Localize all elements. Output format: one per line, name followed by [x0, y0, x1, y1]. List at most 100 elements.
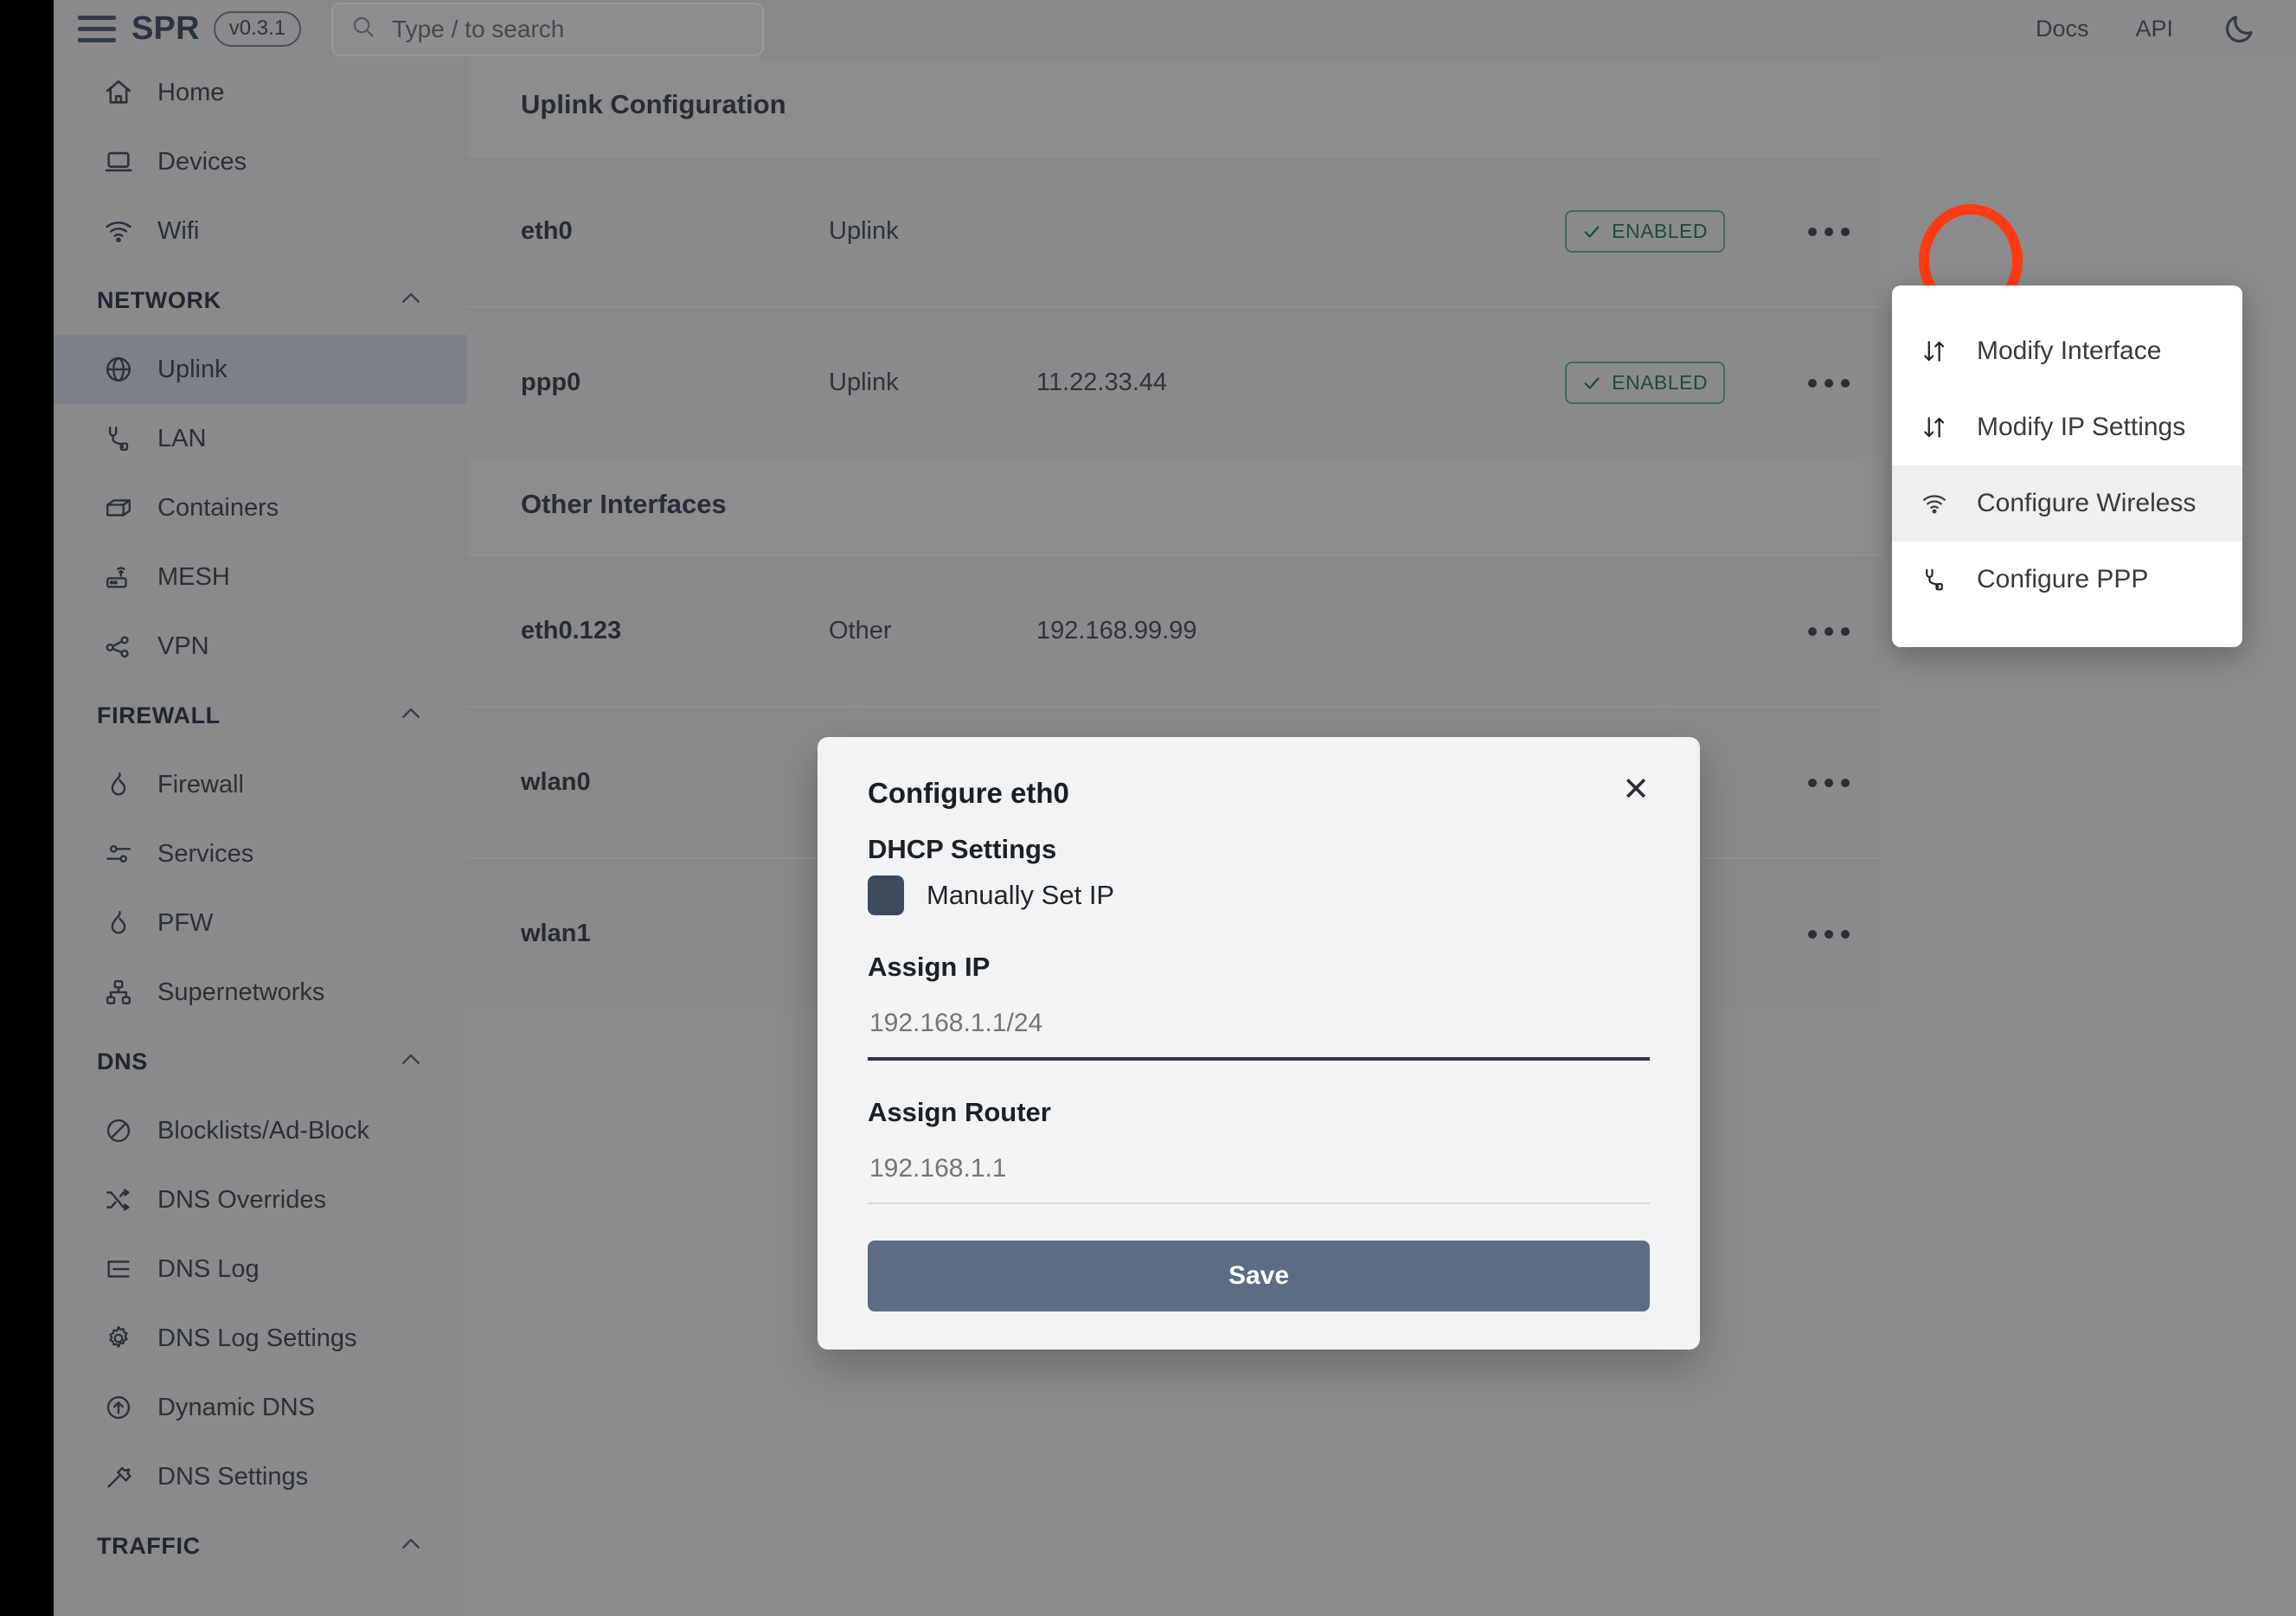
ellipsis-icon[interactable]	[1808, 227, 1850, 236]
list-icon	[104, 1254, 140, 1284]
sidebar-item-dns-log[interactable]: DNS Log	[54, 1234, 467, 1304]
interface-name: wlan0	[521, 768, 591, 796]
ellipsis-icon[interactable]	[1808, 378, 1850, 388]
sidebar-item-vpn[interactable]: VPN	[54, 612, 467, 681]
sidebar-item-label: Uplink	[157, 355, 228, 383]
api-link[interactable]: API	[2135, 16, 2173, 42]
manually-set-ip-row[interactable]: Manually Set IP	[868, 875, 1650, 915]
assign-ip-input[interactable]	[868, 1009, 1650, 1061]
table-row[interactable]: ppp0 Uplink 11.22.33.44 ENABLED	[467, 306, 1881, 458]
globe-icon	[104, 355, 140, 384]
assign-router-input[interactable]	[868, 1154, 1650, 1204]
row-menu-button[interactable]	[1777, 626, 1881, 636]
sidebar-item-blocklists[interactable]: Blocklists/Ad-Block	[54, 1096, 467, 1165]
box-icon	[104, 493, 140, 523]
interface-name: eth0.123	[521, 617, 622, 644]
updown-arrows-icon	[1921, 338, 1961, 364]
status-badge-cell: ENABLED	[1408, 362, 1777, 404]
sidebar-item-dynamic-dns[interactable]: Dynamic DNS	[54, 1373, 467, 1442]
check-icon	[1584, 376, 1600, 389]
interface-ip: 11.22.33.44	[1036, 369, 1168, 396]
status-badge: ENABLED	[1565, 210, 1725, 253]
sidebar-item-label: Wifi	[157, 216, 200, 245]
chevron-up-icon	[398, 701, 424, 731]
sidebar-item-label: Blocklists/Ad-Block	[157, 1116, 369, 1145]
sidebar-item-label: Devices	[157, 147, 247, 176]
sidebar-item-label: Dynamic DNS	[157, 1393, 316, 1421]
shuffle-icon	[104, 1185, 140, 1215]
sidebar-group-dns[interactable]: DNS	[54, 1027, 467, 1096]
sidebar-navigation: Home Devices Wifi NETWORK Uplink LAN Con…	[54, 58, 467, 1616]
laptop-icon	[104, 147, 140, 176]
ellipsis-icon[interactable]	[1808, 626, 1850, 636]
sidebar-item-pfw[interactable]: PFW	[54, 888, 467, 958]
row-menu-button[interactable]	[1777, 227, 1881, 236]
sidebar-item-home[interactable]: Home	[54, 58, 467, 127]
table-row[interactable]: eth0 Uplink ENABLED	[467, 155, 1881, 306]
status-badge-cell: ENABLED	[1408, 210, 1777, 253]
menu-item-configure-ppp[interactable]: Configure PPP	[1892, 542, 2242, 618]
plug-icon	[104, 424, 140, 453]
sidebar-item-label: VPN	[157, 632, 209, 660]
wifi-icon	[104, 216, 140, 246]
block-icon	[104, 1116, 140, 1145]
sidebar-item-mesh[interactable]: MESH	[54, 542, 467, 612]
manually-set-ip-checkbox[interactable]	[868, 875, 904, 915]
plug-icon	[1921, 567, 1961, 593]
save-button[interactable]: Save	[868, 1241, 1650, 1311]
sidebar-item-wifi[interactable]: Wifi	[54, 196, 467, 266]
sidebar-group-label: DNS	[97, 1048, 148, 1074]
status-badge-label: ENABLED	[1612, 220, 1708, 242]
search-placeholder: Type / to search	[392, 15, 565, 42]
menu-item-modify-interface[interactable]: Modify Interface	[1892, 313, 2242, 389]
sidebar-item-lan[interactable]: LAN	[54, 404, 467, 473]
sidebar-item-dns-log-settings[interactable]: DNS Log Settings	[54, 1304, 467, 1373]
row-menu-button[interactable]	[1777, 929, 1881, 939]
sidebar-item-label: Home	[157, 78, 225, 106]
sidebar-item-devices[interactable]: Devices	[54, 127, 467, 196]
sidebar-group-label: NETWORK	[97, 286, 221, 313]
row-menu-button[interactable]	[1777, 778, 1881, 787]
sidebar-item-label: LAN	[157, 424, 207, 452]
brand-logo[interactable]: SPR	[131, 10, 200, 48]
sidebar-group-network[interactable]: NETWORK	[54, 266, 467, 335]
sidebar-item-uplink[interactable]: Uplink	[54, 335, 467, 404]
sidebar-group-traffic[interactable]: TRAFFIC	[54, 1511, 467, 1581]
row-menu-button[interactable]	[1777, 378, 1881, 388]
sidebar-item-label: DNS Log	[157, 1254, 260, 1283]
app-window: SPR v0.3.1 Type / to search Docs API Hom…	[54, 0, 2296, 1616]
docs-link[interactable]: Docs	[2036, 16, 2089, 42]
menu-item-label: Modify IP Settings	[1977, 413, 2186, 441]
uplink-section-title: Uplink Configuration	[521, 89, 786, 119]
sidebar-item-dns-settings[interactable]: DNS Settings	[54, 1442, 467, 1511]
header-right-group: Docs API	[1989, 12, 2296, 47]
interface-type: Uplink	[829, 217, 899, 245]
sidebar-item-label: DNS Overrides	[157, 1185, 326, 1214]
ellipsis-icon[interactable]	[1808, 778, 1850, 787]
close-icon[interactable]: ✕	[1622, 773, 1650, 806]
sidebar-item-supernetworks[interactable]: Supernetworks	[54, 958, 467, 1027]
hammer-icon	[104, 1462, 140, 1491]
assign-ip-label: Assign IP	[868, 952, 991, 982]
sidebar-item-firewall[interactable]: Firewall	[54, 750, 467, 819]
sidebar-group-firewall[interactable]: FIREWALL	[54, 681, 467, 750]
top-header-bar: SPR v0.3.1 Type / to search Docs API	[54, 0, 2296, 58]
interface-type: Uplink	[829, 369, 899, 396]
interface-type: Other	[829, 617, 892, 644]
sidebar-item-dns-overrides[interactable]: DNS Overrides	[54, 1165, 467, 1234]
sliders-icon	[104, 839, 140, 869]
search-input[interactable]: Type / to search	[331, 2, 765, 56]
sidebar-item-services[interactable]: Services	[54, 819, 467, 888]
table-row[interactable]: eth0.123 Other 192.168.99.99	[467, 555, 1881, 706]
menu-item-configure-wireless[interactable]: Configure Wireless	[1892, 465, 2242, 542]
moon-icon[interactable]	[2222, 12, 2256, 47]
search-icon	[350, 14, 376, 44]
sidebar-item-containers[interactable]: Containers	[54, 473, 467, 542]
ellipsis-icon[interactable]	[1808, 929, 1850, 939]
sidebar-item-label: Containers	[157, 493, 279, 522]
router-icon	[104, 562, 140, 592]
menu-item-modify-ip-settings[interactable]: Modify IP Settings	[1892, 389, 2242, 465]
sidebar-item-label: Supernetworks	[157, 978, 325, 1006]
gear-icon	[104, 1324, 140, 1353]
hamburger-icon[interactable]	[78, 15, 116, 44]
